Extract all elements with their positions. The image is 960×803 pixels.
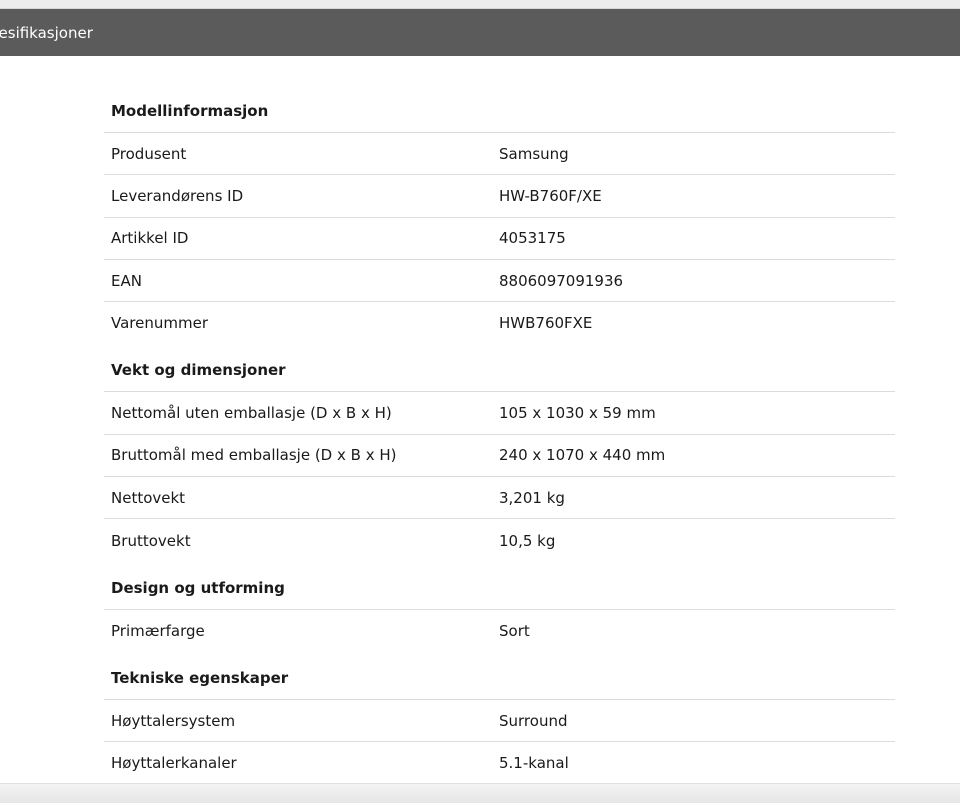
spec-label: Høyttalerkanaler — [111, 754, 237, 773]
spec-section-title-text: Modellinformasjon — [111, 102, 269, 120]
spec-label: Nettovekt — [111, 488, 186, 507]
spec-row: Nettovekt 3,201 kg — [104, 477, 895, 520]
spec-label: Artikkel ID — [111, 229, 189, 248]
spec-value: Surround — [499, 711, 568, 730]
spec-label: Leverandørens ID — [111, 186, 244, 205]
spec-section-title: Tekniske egenskaper — [104, 659, 895, 700]
spec-table: Modellinformasjon Produsent Samsung Lever… — [104, 92, 895, 785]
window-bottom-edge — [0, 783, 960, 803]
spec-section-title-text: Vekt og dimensjoner — [111, 361, 286, 380]
spec-label: Varenummer — [111, 314, 208, 333]
spec-label: Produsent — [111, 144, 187, 163]
section-header-bar: pesifikasjoner — [0, 9, 960, 56]
spec-value: HWB760FXE — [499, 314, 593, 333]
spec-label: Høyttalersystem — [111, 711, 236, 730]
spec-row: Nettomål uten emballasje (D x B x H) 105 … — [104, 392, 895, 435]
spec-section-title: Design og utforming — [104, 569, 895, 610]
spec-value: HW-B760F/XE — [499, 186, 602, 205]
spec-value: 10,5 kg — [499, 531, 556, 550]
spec-row: Varenummer HWB760FXE — [104, 302, 895, 344]
spec-label: Nettomål uten emballasje (D x B x H) — [111, 404, 392, 423]
spec-section-technical: Tekniske egenskaper Høyttalersystem Surro… — [104, 659, 895, 785]
spec-value: 105 x 1030 x 59 mm — [499, 404, 656, 423]
spec-row: Produsent Samsung — [104, 133, 895, 176]
spec-value: 8806097091936 — [499, 271, 624, 290]
spec-value: 3,201 kg — [499, 488, 565, 507]
spec-label: Bruttovekt — [111, 531, 191, 550]
spec-section-model-info: Modellinformasjon Produsent Samsung Lever… — [104, 92, 895, 344]
spec-value: 4053175 — [499, 229, 566, 248]
spec-section-title: Modellinformasjon — [104, 92, 895, 133]
spec-label: EAN — [111, 271, 142, 290]
section-header-title: pesifikasjoner — [0, 24, 93, 42]
spec-section-title-text: Tekniske egenskaper — [111, 668, 289, 687]
spec-section-title: Vekt og dimensjoner — [104, 351, 895, 393]
spec-label: Bruttomål med emballasje (D x B x H) — [111, 446, 397, 465]
spec-row: Høyttalerkanaler 5.1-kanal — [104, 742, 895, 784]
spec-value: 5.1-kanal — [499, 754, 569, 773]
spec-row: Leverandørens ID HW-B760F/XE — [104, 175, 895, 218]
spec-label: Primærfarge — [111, 621, 205, 640]
spec-value: Sort — [499, 621, 530, 640]
browser-top-strip — [0, 0, 960, 9]
spec-row: EAN 8806097091936 — [104, 260, 895, 303]
spec-row: Primærfarge Sort — [104, 610, 895, 652]
spec-row: Høyttalersystem Surround — [104, 700, 895, 743]
spec-section-weight-dimensions: Vekt og dimensjoner Nettomål uten emball… — [104, 351, 895, 561]
spec-value: Samsung — [499, 144, 569, 163]
spec-section-title-text: Design og utforming — [111, 578, 285, 597]
spec-row: Bruttomål med emballasje (D x B x H) 240 … — [104, 435, 895, 478]
spec-value: 240 x 1070 x 440 mm — [499, 446, 666, 465]
spec-row: Artikkel ID 4053175 — [104, 218, 895, 260]
spec-section-design: Design og utforming Primærfarge Sort — [104, 569, 895, 652]
spec-row: Bruttovekt 10,5 kg — [104, 519, 895, 561]
